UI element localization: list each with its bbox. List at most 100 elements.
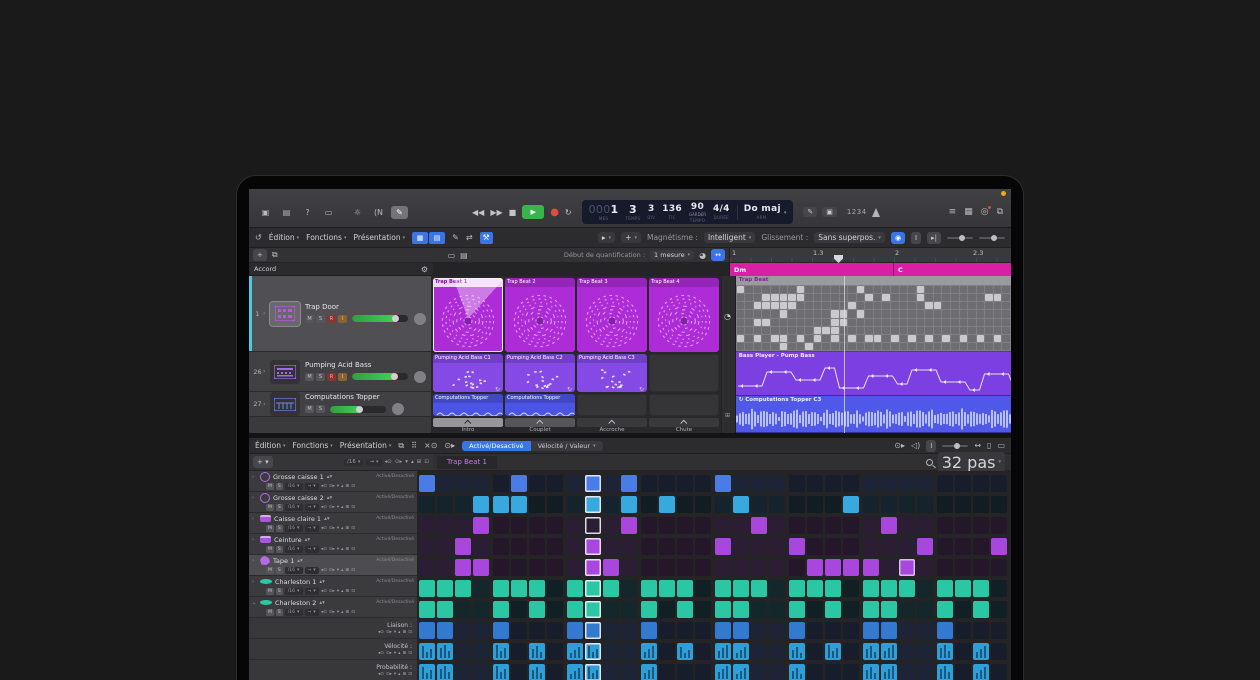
step-cell[interactable] xyxy=(621,601,637,618)
up-icon[interactable]: ▴ xyxy=(398,672,400,677)
step-cell[interactable] xyxy=(659,517,675,534)
step-cell[interactable] xyxy=(511,643,527,660)
step-cell[interactable] xyxy=(585,622,601,639)
step-cell[interactable] xyxy=(603,601,619,618)
step-cell[interactable] xyxy=(991,475,1007,492)
step-cell[interactable] xyxy=(991,664,1007,680)
row-rotate-select[interactable]: → ▾ xyxy=(305,609,319,616)
step-cell[interactable] xyxy=(567,538,583,555)
row-nudge-left-icon[interactable]: ◂⊙ xyxy=(321,526,327,531)
rotate-select[interactable]: →▾ xyxy=(366,459,381,466)
step-row-header[interactable]: ›Grosse caisse 2▴▾Activé/DesactivéMS/16 … xyxy=(249,492,417,513)
step-cell[interactable] xyxy=(659,475,675,492)
step-cell[interactable] xyxy=(955,496,971,513)
step-cell[interactable] xyxy=(807,538,823,555)
octave-down-icon[interactable]: ▾ xyxy=(405,459,408,465)
step-cell[interactable] xyxy=(641,664,657,680)
speaker-icon[interactable]: ◁) xyxy=(911,441,920,450)
row-division-select[interactable]: /16 ▾ xyxy=(285,546,303,553)
clear-icon[interactable]: ⊡ xyxy=(408,630,412,635)
step-cell[interactable] xyxy=(641,601,657,618)
step-cell[interactable] xyxy=(567,664,583,680)
pattern-length-select[interactable]: 32 pas▾ xyxy=(938,452,1005,473)
row-division-select[interactable]: /16 ▾ xyxy=(285,504,303,511)
disclosure-icon[interactable]: › xyxy=(263,368,270,375)
step-cell[interactable] xyxy=(973,643,989,660)
live-loop-cell[interactable]: ↻Pumping Acid Bass C3 xyxy=(577,354,647,392)
step-cell[interactable] xyxy=(769,643,785,660)
step-cell[interactable] xyxy=(641,475,657,492)
step-cell[interactable] xyxy=(899,664,915,680)
solo-button[interactable]: S xyxy=(316,373,325,381)
mute-button[interactable]: M xyxy=(305,373,314,381)
step-cell[interactable] xyxy=(677,496,693,513)
collapse-icon[interactable]: ⌄ xyxy=(252,600,257,606)
step-cell[interactable] xyxy=(473,643,489,660)
row-mute-button[interactable]: M xyxy=(266,546,274,553)
step-cell[interactable] xyxy=(715,580,731,597)
input-monitor-button[interactable]: I xyxy=(338,373,347,381)
step-cell[interactable] xyxy=(603,496,619,513)
editor-menu-presentation[interactable]: Présentation▾ xyxy=(340,441,392,450)
step-cell[interactable] xyxy=(937,559,953,576)
volume-knob[interactable] xyxy=(392,315,399,322)
pan-knob[interactable] xyxy=(392,403,404,415)
step-cell[interactable] xyxy=(807,580,823,597)
live-loop-cell[interactable]: Trap Beat 4 xyxy=(649,278,719,352)
step-cell[interactable] xyxy=(937,580,953,597)
step-cell[interactable] xyxy=(621,475,637,492)
pencil-icon[interactable]: ✎ xyxy=(391,206,408,219)
note-repeat-icon[interactable]: ×⊙ xyxy=(424,441,437,450)
step-cell[interactable] xyxy=(843,538,859,555)
step-cell[interactable] xyxy=(603,538,619,555)
step-cell[interactable] xyxy=(695,496,711,513)
step-cell[interactable] xyxy=(547,517,563,534)
bar-ruler[interactable]: 11.322.3 xyxy=(729,248,1011,262)
pattern-tab[interactable]: Trap Beat 1 xyxy=(437,456,497,469)
step-cell[interactable] xyxy=(751,601,767,618)
queue-pie-icon[interactable]: ◔ xyxy=(724,312,731,321)
step-cell[interactable] xyxy=(973,538,989,555)
step-cell[interactable] xyxy=(917,475,933,492)
step-cell[interactable] xyxy=(585,601,601,618)
step-cell[interactable] xyxy=(659,538,675,555)
volume-slider[interactable] xyxy=(352,373,408,380)
step-cell[interactable] xyxy=(677,559,693,576)
row-mute-button[interactable]: M xyxy=(266,483,274,490)
lcd-key[interactable]: Do maj ARM. ▾ xyxy=(737,205,787,220)
step-cell[interactable] xyxy=(769,496,785,513)
step-cell[interactable] xyxy=(677,622,693,639)
step-cell[interactable] xyxy=(419,475,435,492)
step-cell[interactable] xyxy=(881,622,897,639)
step-cell[interactable] xyxy=(769,538,785,555)
step-cell[interactable] xyxy=(493,601,509,618)
step-cell[interactable] xyxy=(917,559,933,576)
step-cell[interactable] xyxy=(695,559,711,576)
step-cell[interactable] xyxy=(991,622,1007,639)
step-cell[interactable] xyxy=(899,601,915,618)
row-nudge-right-icon[interactable]: ⊙▸ xyxy=(329,589,335,594)
step-cell[interactable] xyxy=(769,517,785,534)
row-nudge-left-icon[interactable]: ◂⊙ xyxy=(321,547,327,552)
step-cell[interactable] xyxy=(437,475,453,492)
step-cell[interactable] xyxy=(493,664,509,680)
step-cell[interactable] xyxy=(917,517,933,534)
step-cell[interactable] xyxy=(641,559,657,576)
row-down-icon[interactable]: ▾ xyxy=(337,526,339,531)
row-mute-button[interactable]: M xyxy=(266,504,274,511)
step-cell[interactable] xyxy=(881,580,897,597)
row-down-icon[interactable]: ▾ xyxy=(337,547,339,552)
step-cell[interactable] xyxy=(419,517,435,534)
row-up-icon[interactable]: ▴ xyxy=(341,547,343,552)
step-cell[interactable] xyxy=(733,475,749,492)
step-cell[interactable] xyxy=(455,538,471,555)
step-cell[interactable] xyxy=(529,664,545,680)
step-cell[interactable] xyxy=(751,496,767,513)
row-stepper-icon[interactable]: ▴▾ xyxy=(327,495,333,501)
grid-settings-icon[interactable]: ▤ xyxy=(460,251,468,260)
step-cell[interactable] xyxy=(825,601,841,618)
nudge-right-icon[interactable]: ⊙▸ xyxy=(386,630,392,635)
add-scene-button[interactable]: + xyxy=(253,249,267,261)
inspector-icon[interactable]: ▤ xyxy=(278,206,295,219)
step-cell[interactable] xyxy=(677,643,693,660)
